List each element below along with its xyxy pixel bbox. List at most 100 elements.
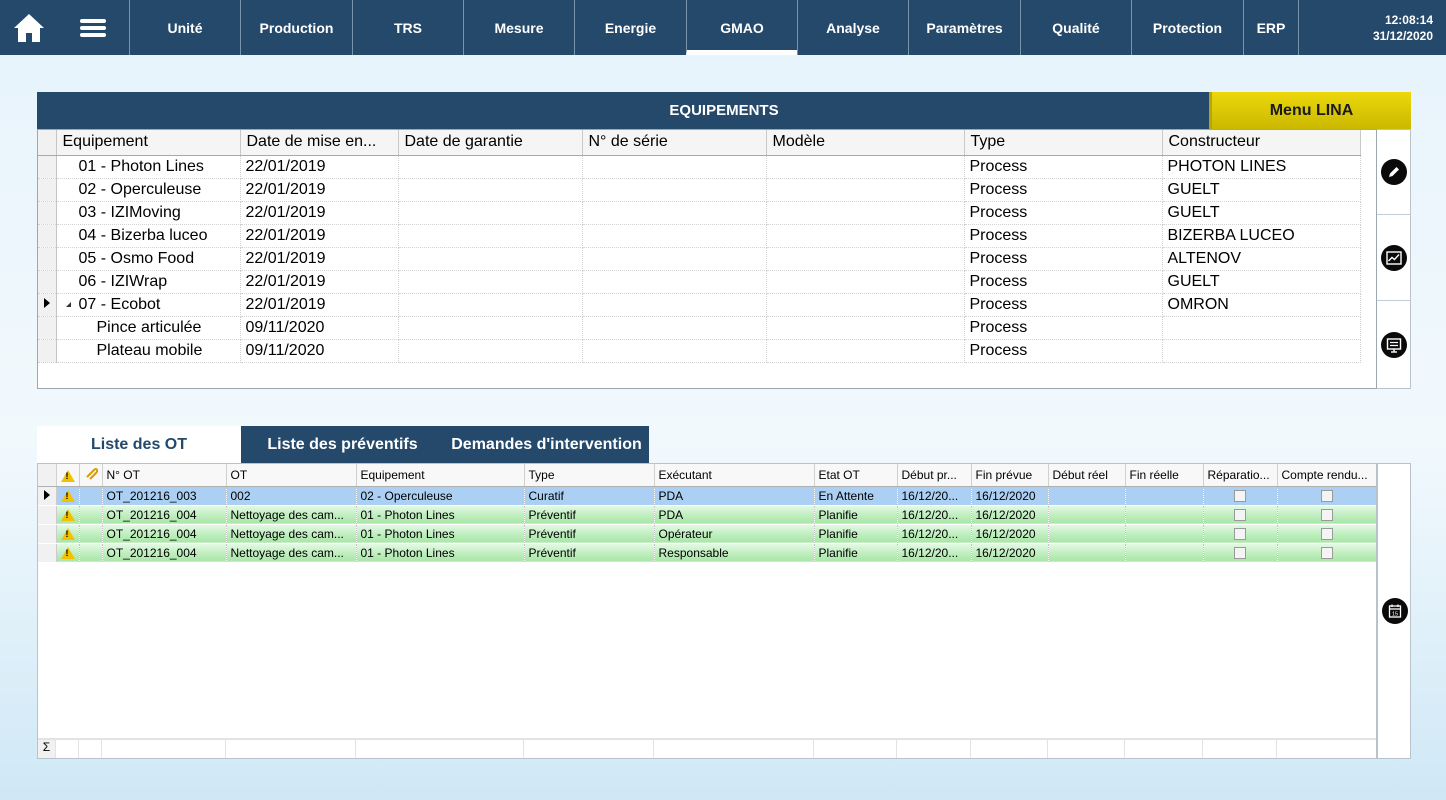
col-header-compte-rendu[interactable]: Compte rendu... <box>1277 464 1376 487</box>
collapse-triangle-icon[interactable] <box>63 299 77 309</box>
nav-erp[interactable]: ERP <box>1243 0 1298 55</box>
table-row-child[interactable]: Pince articulée 09/11/2020 Process <box>38 316 1361 340</box>
dashboard-button[interactable] <box>1377 302 1411 387</box>
col-header-ot[interactable]: OT <box>226 464 357 487</box>
row-selector[interactable] <box>38 224 57 248</box>
table-row[interactable]: ! OT_201216_004 Nettoyage des cam... 01 … <box>38 543 1376 563</box>
col-header-debut-reel[interactable]: Début réel <box>1048 464 1126 487</box>
col-header-type[interactable]: Type <box>524 464 655 487</box>
nav-gmao[interactable]: GMAO <box>686 0 797 55</box>
col-header-fin-prevue[interactable]: Fin prévue <box>971 464 1049 487</box>
col-header-executant[interactable]: Exécutant <box>654 464 815 487</box>
menu-lina-button[interactable]: Menu LINA <box>1209 92 1411 129</box>
reparation-checkbox[interactable] <box>1234 490 1246 503</box>
table-row[interactable]: 06 - IZIWrap 22/01/2019 Process GUELT <box>38 270 1361 294</box>
compte-rendu-checkbox[interactable] <box>1320 509 1333 522</box>
table-row-selected[interactable]: ! OT_201216_003 002 02 - Operculeuse Cur… <box>38 486 1376 506</box>
col-header-equipement[interactable]: Equipement <box>56 130 241 156</box>
cell-date-mise: 22/01/2019 <box>240 247 399 271</box>
row-selector[interactable] <box>38 316 57 340</box>
cell-date-mise: 22/01/2019 <box>240 178 399 202</box>
cell-date-garantie <box>398 270 583 294</box>
compte-rendu-checkbox[interactable] <box>1320 528 1333 541</box>
table-row-child[interactable]: Plateau mobile 09/11/2020 Process <box>38 339 1361 363</box>
table-row[interactable]: ! OT_201216_004 Nettoyage des cam... 01 … <box>38 505 1376 525</box>
table-row[interactable]: 03 - IZIMoving 22/01/2019 Process GUELT <box>38 201 1361 225</box>
cell-fin-prevue: 16/12/2020 <box>971 486 1049 506</box>
row-selector[interactable] <box>38 201 57 225</box>
chart-button[interactable] <box>1377 216 1411 301</box>
col-header-reparation[interactable]: Réparatio... <box>1203 464 1278 487</box>
col-header-etat[interactable]: Etat OT <box>814 464 898 487</box>
cell-constructeur: GUELT <box>1162 178 1361 202</box>
reparation-checkbox[interactable] <box>1234 528 1246 541</box>
table-row-current[interactable]: 07 - Ecobot 22/01/2019 Process OMRON <box>38 293 1361 317</box>
top-navigation-bar: Unité Production TRS Mesure Energie GMAO… <box>0 0 1446 55</box>
current-row-indicator[interactable] <box>38 486 57 506</box>
sum-icon: Σ <box>38 740 56 758</box>
nav-analyse[interactable]: Analyse <box>797 0 908 55</box>
cell-equipement: 02 - Operculeuse <box>56 178 241 202</box>
compte-rendu-checkbox[interactable] <box>1320 490 1333 503</box>
row-selector[interactable] <box>38 178 57 202</box>
table-row[interactable]: 02 - Operculeuse 22/01/2019 Process GUEL… <box>38 178 1361 202</box>
col-header-alert[interactable]: ! <box>56 464 80 487</box>
row-selector[interactable] <box>38 505 57 525</box>
cell-attachment <box>79 543 103 563</box>
reparation-checkbox[interactable] <box>1234 547 1246 560</box>
cell-equipement: 03 - IZIMoving <box>56 201 241 225</box>
cell-type: Process <box>964 201 1163 225</box>
nav-unite[interactable]: Unité <box>129 0 240 55</box>
row-selector[interactable] <box>38 543 57 563</box>
col-header-constructeur[interactable]: Constructeur <box>1162 130 1361 156</box>
table-row[interactable]: 04 - Bizerba luceo 22/01/2019 Process BI… <box>38 224 1361 248</box>
nav-mesure[interactable]: Mesure <box>463 0 574 55</box>
row-selector[interactable] <box>38 339 57 363</box>
tab-demandes-intervention[interactable]: Demandes d'intervention <box>444 426 649 463</box>
col-header-date-garantie[interactable]: Date de garantie <box>398 130 583 156</box>
col-header-equipement[interactable]: Equipement <box>356 464 525 487</box>
col-header-type[interactable]: Type <box>964 130 1163 156</box>
reparation-checkbox[interactable] <box>1234 509 1246 522</box>
cell-fin-prevue: 16/12/2020 <box>971 505 1049 525</box>
col-header-modele[interactable]: Modèle <box>766 130 965 156</box>
col-header-fin-reelle[interactable]: Fin réelle <box>1125 464 1204 487</box>
cell-date-garantie <box>398 178 583 202</box>
row-selector[interactable] <box>38 524 57 544</box>
cell-equipement: 06 - IZIWrap <box>56 270 241 294</box>
nav-energie[interactable]: Energie <box>574 0 686 55</box>
hamburger-icon <box>80 18 106 37</box>
nav-trs[interactable]: TRS <box>352 0 463 55</box>
tab-liste-ot[interactable]: Liste des OT <box>37 426 241 463</box>
calendar-button[interactable]: 15 <box>1378 568 1412 653</box>
home-icon <box>13 13 44 42</box>
col-header-date-mise[interactable]: Date de mise en... <box>240 130 399 156</box>
edit-button[interactable] <box>1377 130 1411 215</box>
row-selector[interactable] <box>38 155 57 179</box>
row-selector[interactable] <box>38 247 57 271</box>
col-header-debut-prevu[interactable]: Début pr... <box>897 464 972 487</box>
table-row[interactable]: 01 - Photon Lines 22/01/2019 Process PHO… <box>38 155 1361 179</box>
tab-liste-preventifs[interactable]: Liste des préventifs <box>241 426 444 463</box>
col-header-num-ot[interactable]: N° OT <box>102 464 227 487</box>
col-header-serie[interactable]: N° de série <box>582 130 767 156</box>
row-selector[interactable] <box>38 270 57 294</box>
nav-qualite[interactable]: Qualité <box>1020 0 1131 55</box>
cell-serie <box>582 270 767 294</box>
table-row[interactable]: ! OT_201216_004 Nettoyage des cam... 01 … <box>38 524 1376 544</box>
cell-constructeur: ALTENOV <box>1162 247 1361 271</box>
nav-production[interactable]: Production <box>240 0 352 55</box>
table-row[interactable]: 05 - Osmo Food 22/01/2019 Process ALTENO… <box>38 247 1361 271</box>
compte-rendu-checkbox[interactable] <box>1320 547 1333 560</box>
cell-serie <box>582 339 767 363</box>
cell-date-mise: 22/01/2019 <box>240 155 399 179</box>
cell-type: Process <box>964 293 1163 317</box>
cell-date-garantie <box>398 339 583 363</box>
col-header-attachment[interactable] <box>79 464 103 487</box>
row-header-corner <box>38 464 57 487</box>
current-row-indicator[interactable] <box>38 293 57 317</box>
hamburger-menu-button[interactable] <box>57 0 129 55</box>
nav-protection[interactable]: Protection <box>1131 0 1243 55</box>
nav-parametres[interactable]: Paramètres <box>908 0 1020 55</box>
home-button[interactable] <box>0 0 57 55</box>
